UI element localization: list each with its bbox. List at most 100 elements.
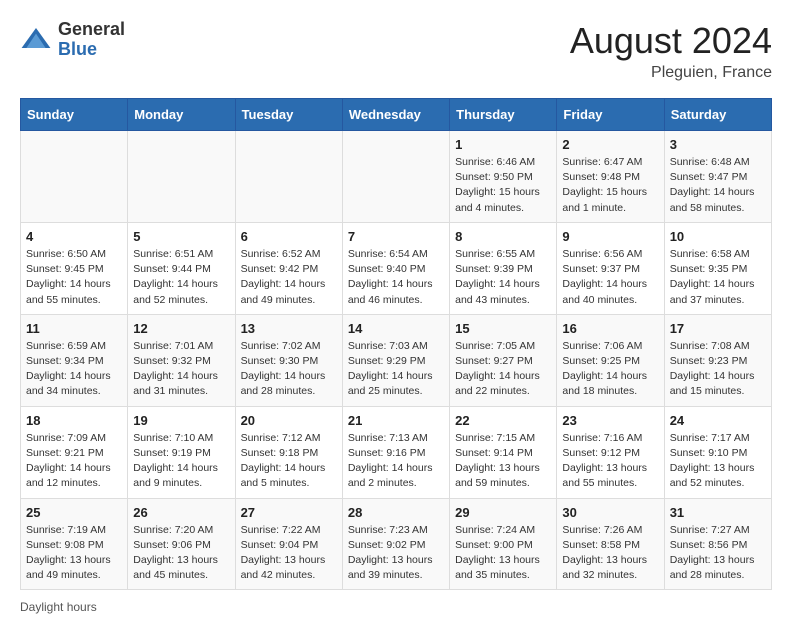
day-number: 14: [348, 321, 444, 336]
weekday-header: Sunday: [21, 99, 128, 131]
calendar-cell: 11 Sunrise: 6:59 AMSunset: 9:34 PMDayligh…: [21, 314, 128, 406]
calendar-cell: 5 Sunrise: 6:51 AMSunset: 9:44 PMDaylight…: [128, 222, 235, 314]
day-number: 28: [348, 505, 444, 520]
calendar-cell: 3 Sunrise: 6:48 AMSunset: 9:47 PMDaylight…: [664, 131, 771, 223]
day-info: Sunrise: 7:01 AMSunset: 9:32 PMDaylight:…: [133, 339, 229, 400]
calendar-cell: [21, 131, 128, 223]
weekday-header: Saturday: [664, 99, 771, 131]
calendar-cell: 28Sunrise: 7:23 AMSunset: 9:02 PMDayligh…: [342, 498, 449, 590]
day-info: Sunrise: 6:51 AMSunset: 9:44 PMDaylight:…: [133, 247, 229, 308]
day-info: Sunrise: 6:50 AMSunset: 9:45 PMDaylight:…: [26, 247, 122, 308]
day-info: Sunrise: 7:02 AMSunset: 9:30 PMDaylight:…: [241, 339, 337, 400]
day-number: 7: [348, 229, 444, 244]
calendar-week-row: 11 Sunrise: 6:59 AMSunset: 9:34 PMDayligh…: [21, 314, 772, 406]
day-info: Sunrise: 6:46 AMSunset: 9:50 PMDaylight:…: [455, 155, 551, 216]
day-number: 3: [670, 137, 766, 152]
calendar-table: SundayMondayTuesdayWednesdayThursdayFrid…: [20, 98, 772, 590]
calendar-cell: 26 Sunrise: 7:20 AMSunset: 9:06 PMDayligh…: [128, 498, 235, 590]
page-header: General Blue August 2024 Pleguien, Franc…: [20, 20, 772, 82]
day-number: 19: [133, 413, 229, 428]
calendar-cell: 27 Sunrise: 7:22 AMSunset: 9:04 PMDayligh…: [235, 498, 342, 590]
day-number: 23: [562, 413, 658, 428]
footer: Daylight hours: [20, 600, 772, 614]
calendar-week-row: 25 Sunrise: 7:19 AMSunset: 9:08 PMDayligh…: [21, 498, 772, 590]
day-number: 26: [133, 505, 229, 520]
day-number: 30: [562, 505, 658, 520]
day-number: 25: [26, 505, 122, 520]
day-number: 16: [562, 321, 658, 336]
weekday-header: Friday: [557, 99, 664, 131]
calendar-cell: 19Sunrise: 7:10 AMSunset: 9:19 PMDayligh…: [128, 406, 235, 498]
day-number: 18: [26, 413, 122, 428]
weekday-header: Wednesday: [342, 99, 449, 131]
day-number: 6: [241, 229, 337, 244]
calendar-cell: 24 Sunrise: 7:17 AMSunset: 9:10 PMDayligh…: [664, 406, 771, 498]
day-number: 12: [133, 321, 229, 336]
calendar-week-row: 1 Sunrise: 6:46 AMSunset: 9:50 PMDaylight…: [21, 131, 772, 223]
calendar-cell: 10 Sunrise: 6:58 AMSunset: 9:35 PMDayligh…: [664, 222, 771, 314]
logo-icon: [20, 24, 52, 56]
calendar-cell: 2 Sunrise: 6:47 AMSunset: 9:48 PMDaylight…: [557, 131, 664, 223]
day-number: 8: [455, 229, 551, 244]
logo-text: General Blue: [58, 20, 125, 60]
day-info: Sunrise: 6:59 AMSunset: 9:34 PMDaylight:…: [26, 339, 122, 400]
weekday-header: Thursday: [450, 99, 557, 131]
logo: General Blue: [20, 20, 125, 60]
day-info: Sunrise: 6:58 AMSunset: 9:35 PMDaylight:…: [670, 247, 766, 308]
calendar-cell: [235, 131, 342, 223]
daylight-label: Daylight hours: [20, 600, 97, 614]
day-info: Sunrise: 7:08 AMSunset: 9:23 PMDaylight:…: [670, 339, 766, 400]
day-info: Sunrise: 7:20 AMSunset: 9:06 PMDaylight:…: [133, 523, 229, 584]
day-info: Sunrise: 6:47 AMSunset: 9:48 PMDaylight:…: [562, 155, 658, 216]
day-info: Sunrise: 6:48 AMSunset: 9:47 PMDaylight:…: [670, 155, 766, 216]
day-info: Sunrise: 6:54 AMSunset: 9:40 PMDaylight:…: [348, 247, 444, 308]
day-info: Sunrise: 7:09 AMSunset: 9:21 PMDaylight:…: [26, 431, 122, 492]
calendar-cell: 9Sunrise: 6:56 AMSunset: 9:37 PMDaylight…: [557, 222, 664, 314]
day-info: Sunrise: 7:15 AMSunset: 9:14 PMDaylight:…: [455, 431, 551, 492]
calendar-week-row: 18 Sunrise: 7:09 AMSunset: 9:21 PMDayligh…: [21, 406, 772, 498]
day-info: Sunrise: 7:03 AMSunset: 9:29 PMDaylight:…: [348, 339, 444, 400]
calendar-cell: 8 Sunrise: 6:55 AMSunset: 9:39 PMDaylight…: [450, 222, 557, 314]
title-area: August 2024 Pleguien, France: [570, 20, 772, 82]
day-number: 2: [562, 137, 658, 152]
day-number: 27: [241, 505, 337, 520]
logo-blue: Blue: [58, 39, 97, 59]
calendar-cell: 7 Sunrise: 6:54 AMSunset: 9:40 PMDaylight…: [342, 222, 449, 314]
day-number: 13: [241, 321, 337, 336]
calendar-header-row: SundayMondayTuesdayWednesdayThursdayFrid…: [21, 99, 772, 131]
day-number: 29: [455, 505, 551, 520]
calendar-cell: 13 Sunrise: 7:02 AMSunset: 9:30 PMDayligh…: [235, 314, 342, 406]
day-number: 10: [670, 229, 766, 244]
day-info: Sunrise: 7:13 AMSunset: 9:16 PMDaylight:…: [348, 431, 444, 492]
day-number: 5: [133, 229, 229, 244]
day-info: Sunrise: 7:19 AMSunset: 9:08 PMDaylight:…: [26, 523, 122, 584]
day-info: Sunrise: 7:22 AMSunset: 9:04 PMDaylight:…: [241, 523, 337, 584]
calendar-cell: 1 Sunrise: 6:46 AMSunset: 9:50 PMDaylight…: [450, 131, 557, 223]
calendar-cell: 18 Sunrise: 7:09 AMSunset: 9:21 PMDayligh…: [21, 406, 128, 498]
day-number: 17: [670, 321, 766, 336]
calendar-cell: 22 Sunrise: 7:15 AMSunset: 9:14 PMDayligh…: [450, 406, 557, 498]
day-info: Sunrise: 7:12 AMSunset: 9:18 PMDaylight:…: [241, 431, 337, 492]
calendar-cell: 6Sunrise: 6:52 AMSunset: 9:42 PMDaylight…: [235, 222, 342, 314]
day-info: Sunrise: 7:27 AMSunset: 8:56 PMDaylight:…: [670, 523, 766, 584]
day-number: 11: [26, 321, 122, 336]
logo-general: General: [58, 19, 125, 39]
calendar-cell: 29 Sunrise: 7:24 AMSunset: 9:00 PMDayligh…: [450, 498, 557, 590]
day-number: 22: [455, 413, 551, 428]
day-number: 24: [670, 413, 766, 428]
day-number: 1: [455, 137, 551, 152]
weekday-header: Monday: [128, 99, 235, 131]
day-info: Sunrise: 6:55 AMSunset: 9:39 PMDaylight:…: [455, 247, 551, 308]
day-number: 21: [348, 413, 444, 428]
calendar-cell: 21 Sunrise: 7:13 AMSunset: 9:16 PMDayligh…: [342, 406, 449, 498]
calendar-cell: 16Sunrise: 7:06 AMSunset: 9:25 PMDayligh…: [557, 314, 664, 406]
day-info: Sunrise: 7:24 AMSunset: 9:00 PMDaylight:…: [455, 523, 551, 584]
day-number: 20: [241, 413, 337, 428]
location: Pleguien, France: [570, 64, 772, 82]
calendar-cell: 14 Sunrise: 7:03 AMSunset: 9:29 PMDayligh…: [342, 314, 449, 406]
calendar-cell: 12 Sunrise: 7:01 AMSunset: 9:32 PMDayligh…: [128, 314, 235, 406]
calendar-cell: 31 Sunrise: 7:27 AMSunset: 8:56 PMDayligh…: [664, 498, 771, 590]
day-info: Sunrise: 7:17 AMSunset: 9:10 PMDaylight:…: [670, 431, 766, 492]
day-info: Sunrise: 6:56 AMSunset: 9:37 PMDaylight:…: [562, 247, 658, 308]
day-number: 31: [670, 505, 766, 520]
